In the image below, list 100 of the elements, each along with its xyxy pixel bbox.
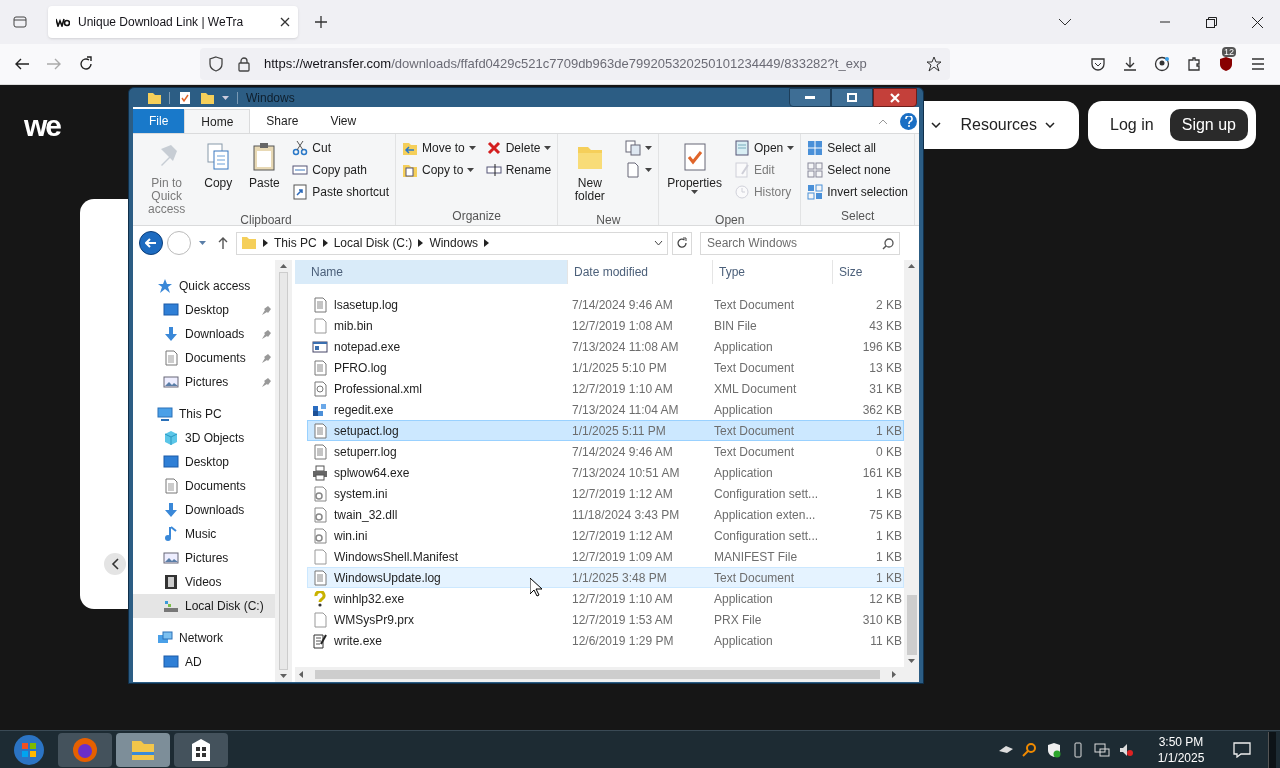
text-file-icon: [312, 296, 328, 313]
file-row[interactable]: winhlp32.exe 12/7/2019 1:10 AM Application 12 KB: [307, 588, 904, 609]
file-name: setuperr.log: [334, 443, 397, 461]
back-button[interactable]: [14, 56, 30, 72]
ribbon-button[interactable]: Paste: [244, 137, 285, 211]
desktop-icon: [163, 302, 179, 318]
type-cell-text: Application: [714, 632, 774, 650]
minimize-button[interactable]: [789, 88, 831, 107]
ribbon-button[interactable]: Paste shortcut: [290, 181, 391, 203]
file-row[interactable]: WindowsShell.Manifest 12/7/2019 1:09 AM MANIFEST File 1 KB: [307, 546, 904, 567]
column-header[interactable]: Name: [295, 260, 567, 284]
address-bar[interactable]: This PC Local Disk (C:) Windows: [236, 231, 668, 255]
nav-item[interactable]: 3D Objects: [133, 426, 275, 450]
breadcrumb[interactable]: This PC: [274, 234, 317, 252]
ribbon-tab[interactable]: File: [133, 109, 185, 133]
reload-button[interactable]: [78, 56, 94, 72]
file-row[interactable]: system.ini 12/7/2019 1:12 AM Configuration sett... 1 KB: [307, 483, 904, 504]
nav-item[interactable]: Desktop: [133, 450, 275, 474]
address-field[interactable]: https://wetransfer.com/downloads/ffafd0429c521c7709db963de799205320250101234449/833282?t_exp: [200, 48, 950, 80]
column-header[interactable]: Date modified: [567, 260, 712, 284]
nav-item[interactable]: Quick access: [133, 274, 275, 298]
nav-item[interactable]: Documents: [133, 346, 275, 370]
nav-item[interactable]: AD: [133, 650, 275, 674]
copy-folder-icon: [402, 162, 418, 178]
file-row[interactable]: win.ini 12/7/2019 1:12 AM Configuration sett... 1 KB: [307, 525, 904, 546]
type-cell-text: Application: [714, 464, 774, 482]
file-row[interactable]: PFRO.log 1/1/2025 5:10 PM Text Document 13 KB: [307, 357, 904, 378]
signup-button[interactable]: Sign up: [1169, 109, 1248, 141]
taskbar-app-button[interactable]: [116, 732, 170, 767]
ribbon-button[interactable]: Copy to: [400, 159, 478, 181]
search-icon: [1022, 741, 1038, 758]
cursor-icon: [530, 578, 542, 597]
nav-item[interactable]: Downloads: [133, 322, 275, 346]
nav-item[interactable]: Local Disk (C:): [133, 594, 275, 618]
breadcrumb[interactable]: Local Disk (C:): [333, 234, 413, 252]
ribbon-button[interactable]: Move to: [400, 137, 478, 159]
breadcrumb[interactable]: Windows: [429, 234, 479, 252]
ribbon-tab[interactable]: View: [314, 109, 373, 133]
file-row[interactable]: setupact.log 1/1/2025 5:11 PM Text Document 1 KB: [307, 420, 904, 441]
taskbar-app-button[interactable]: [174, 732, 228, 767]
file-row[interactable]: twain_32.dll 11/18/2024 3:43 PM Application exten... 75 KB: [307, 504, 904, 525]
nav-menu-button[interactable]: Resources: [960, 113, 1055, 137]
ribbon-button[interactable]: Open: [731, 137, 797, 159]
refresh-button[interactable]: [672, 231, 692, 255]
ribbon-button[interactable]: Select all: [805, 137, 910, 159]
help-button[interactable]: [900, 113, 917, 130]
size-cell-text: 1 KB: [875, 422, 902, 440]
nav-item[interactable]: Pictures: [133, 546, 275, 570]
file-name: setupact.log: [334, 422, 399, 440]
nav-item[interactable]: Pictures: [133, 370, 275, 394]
file-row[interactable]: notepad.exe 7/13/2024 11:08 AM Application 196 KB: [307, 336, 904, 357]
logo[interactable]: we: [24, 111, 61, 141]
nav-item[interactable]: Network: [133, 626, 275, 650]
file-row[interactable]: splwow64.exe 7/13/2024 10:51 AM Application 161 KB: [307, 462, 904, 483]
chevron-right-icon: [263, 239, 268, 247]
file-name: PFRO.log: [334, 359, 387, 377]
ribbon-tab[interactable]: Home: [184, 109, 251, 133]
type-cell-text: PRX File: [714, 611, 763, 629]
column-header[interactable]: Type: [712, 260, 832, 284]
previous-button[interactable]: [104, 553, 126, 575]
nav-item[interactable]: Music: [133, 522, 275, 546]
file-row[interactable]: write.exe 12/6/2019 1:29 PM Application 11 KB: [307, 630, 904, 651]
ribbon-button[interactable]: Delete: [483, 137, 554, 159]
login-link[interactable]: Log in: [1110, 113, 1154, 137]
tab-list-icon: [12, 14, 28, 30]
file-row[interactable]: setuperr.log 7/14/2024 9:46 AM Text Document 0 KB: [307, 441, 904, 462]
ribbon-button[interactable]: Copy: [198, 137, 239, 211]
file-row[interactable]: mib.bin 12/7/2019 1:08 AM BIN File 43 KB: [307, 315, 904, 336]
chevron-down-icon: [1058, 18, 1072, 26]
nav-item[interactable]: This PC: [133, 402, 275, 426]
nav-item[interactable]: Documents: [133, 474, 275, 498]
maximize-button[interactable]: [831, 88, 873, 107]
ribbon-button[interactable]: Select none: [805, 159, 910, 181]
file-row[interactable]: Professional.xml 12/7/2019 1:10 AM XML Document 31 KB: [307, 378, 904, 399]
search-field[interactable]: Search Windows: [700, 231, 900, 255]
nav-item[interactable]: Downloads: [133, 498, 275, 522]
file-row[interactable]: WMSysPr9.prx 12/7/2019 1:53 AM PRX File 310 KB: [307, 609, 904, 630]
ribbon-button[interactable]: Cut: [290, 137, 391, 159]
column-header[interactable]: Size: [832, 260, 902, 284]
ribbon-button[interactable]: Copy path: [290, 159, 391, 181]
ribbon-button[interactable]: [623, 137, 655, 159]
move-folder-icon: [402, 140, 418, 156]
close-icon: [890, 92, 900, 103]
ribbon-button[interactable]: New folder: [562, 137, 618, 211]
browser-tab[interactable]: Unique Download Link | WeTra: [48, 6, 298, 38]
forward-arrow-icon: [46, 56, 62, 72]
nav-item[interactable]: Videos: [133, 570, 275, 594]
close-button[interactable]: [873, 88, 917, 107]
nav-item[interactable]: Desktop: [133, 298, 275, 322]
ribbon-button[interactable]: Properties: [663, 137, 726, 211]
size-cell-text: 11 KB: [869, 632, 902, 650]
file-row[interactable]: WindowsUpdate.log 1/1/2025 3:48 PM Text Document 1 KB: [307, 567, 904, 588]
ribbon-button[interactable]: Invert selection: [805, 181, 910, 203]
file-row[interactable]: regedit.exe 7/13/2024 11:04 AM Application 362 KB: [307, 399, 904, 420]
ribbon-button[interactable]: Rename: [483, 159, 554, 181]
date-cell-text: 12/7/2019 1:08 AM: [571, 317, 674, 335]
back-button[interactable]: [139, 231, 163, 255]
ribbon-tab[interactable]: Share: [250, 109, 315, 133]
group-label: Open: [714, 212, 746, 229]
file-row[interactable]: lsasetup.log 7/14/2024 9:46 AM Text Document 2 KB: [307, 294, 904, 315]
